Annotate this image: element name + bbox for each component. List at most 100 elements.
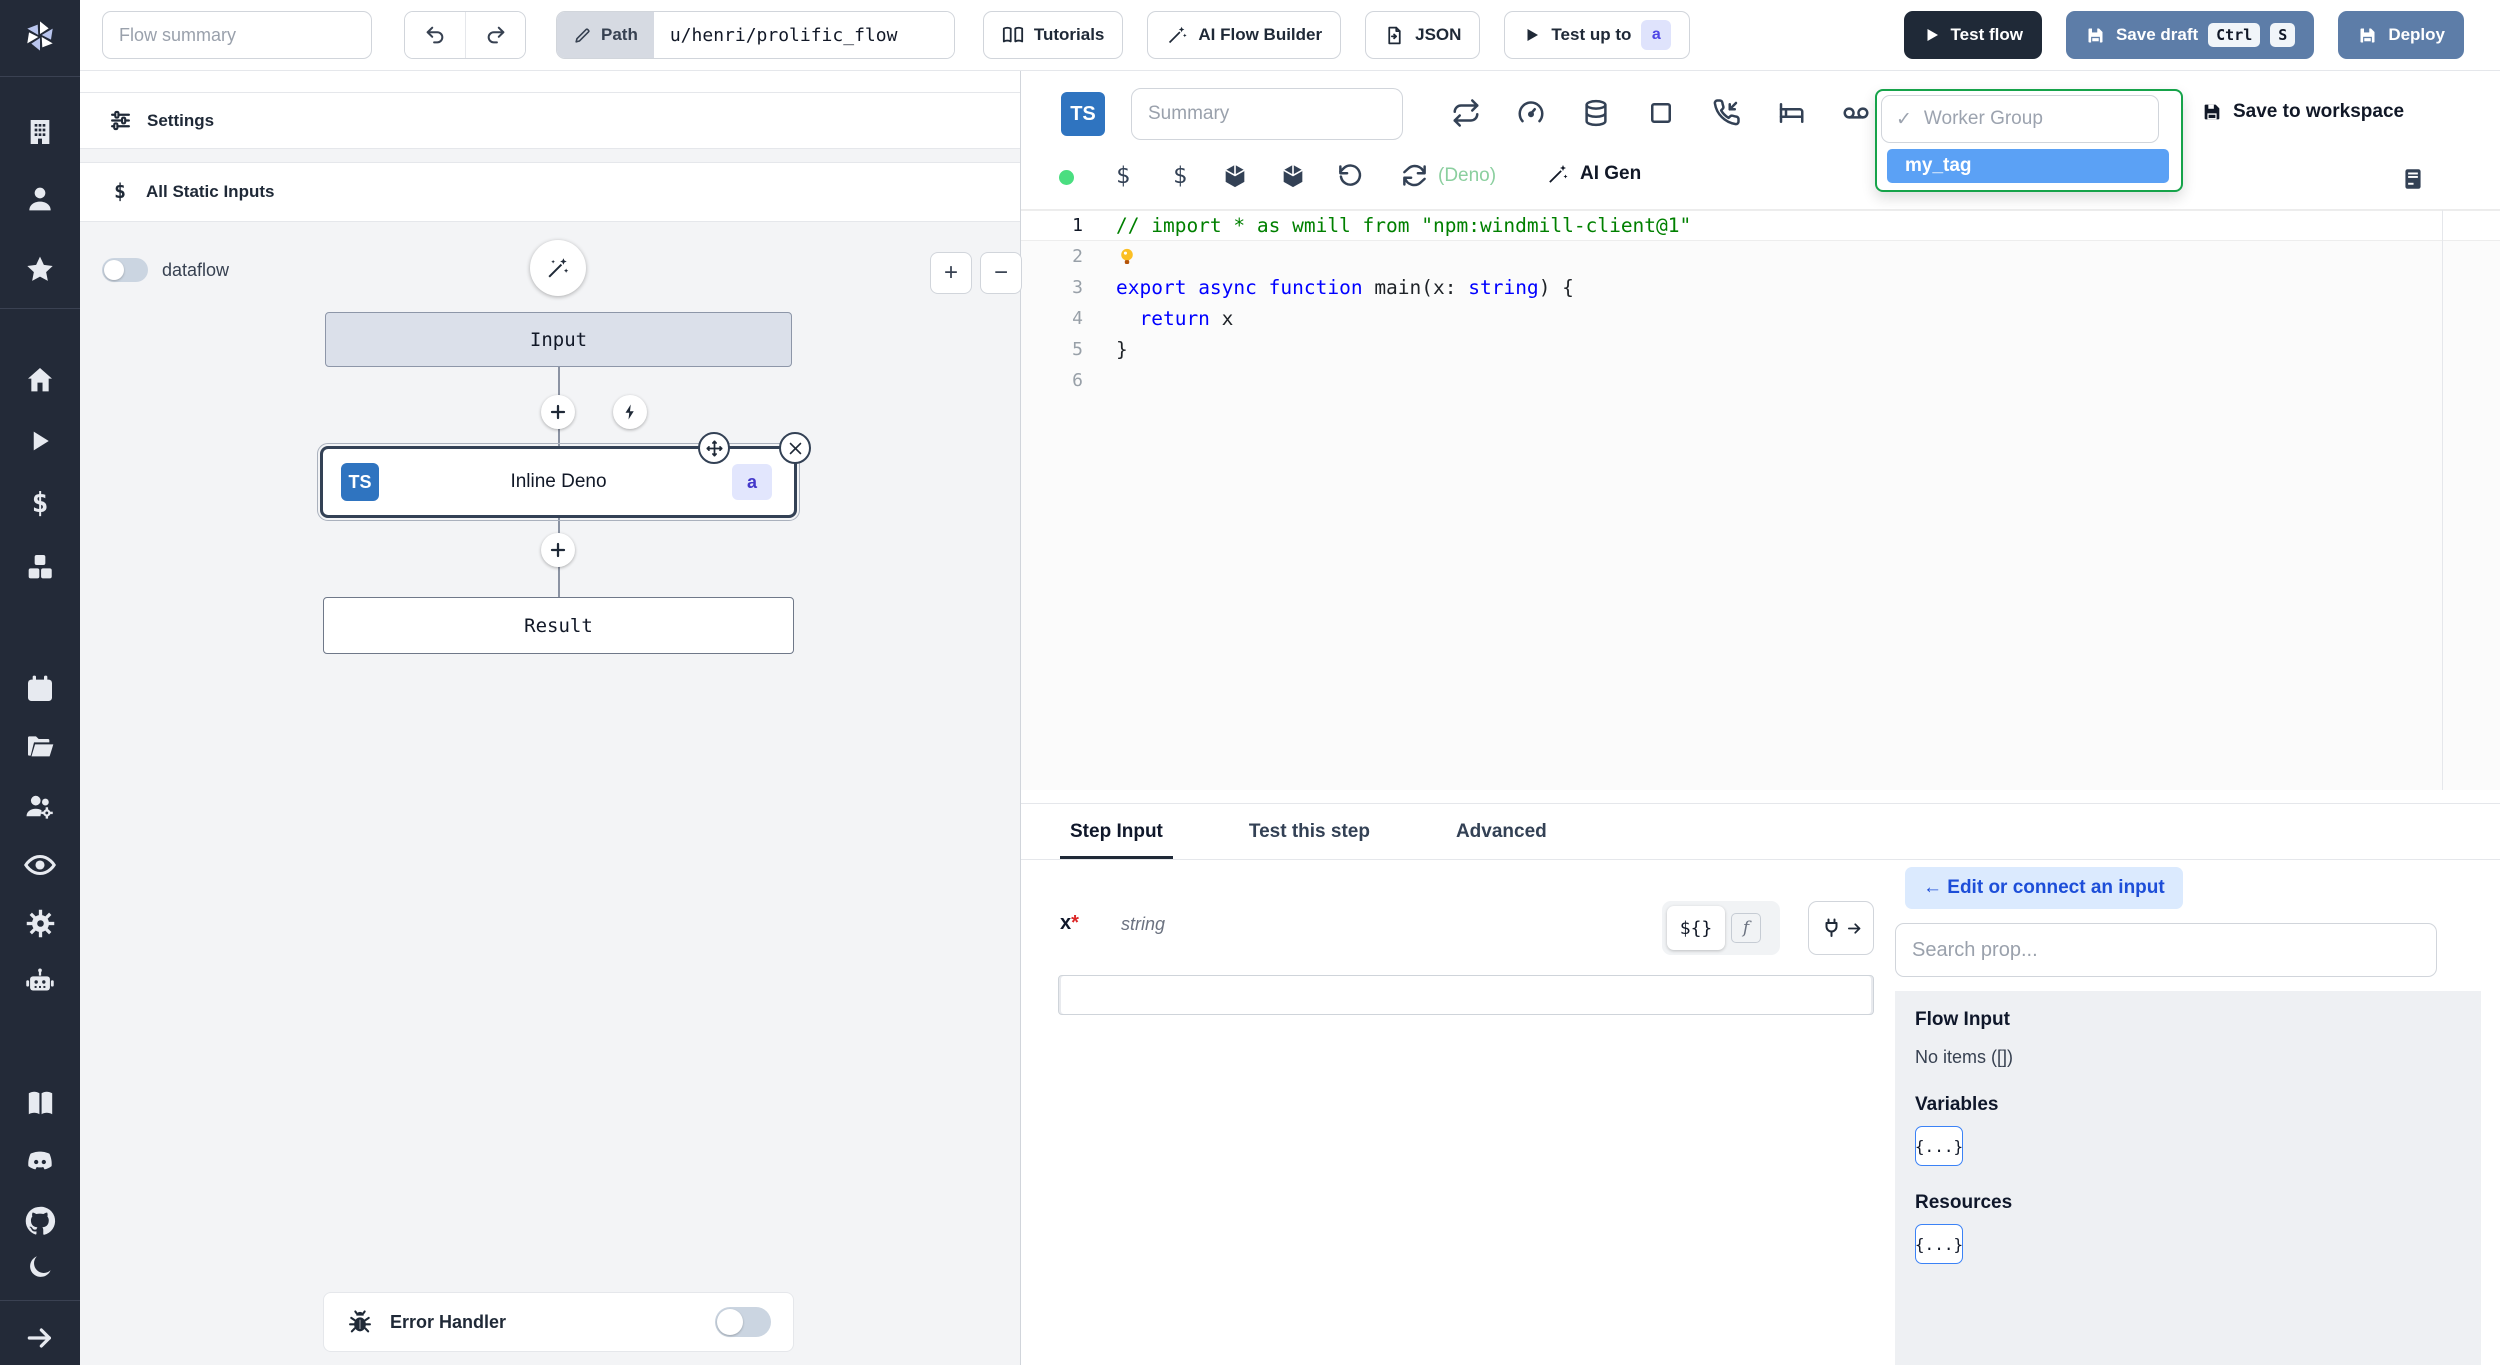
flow-summary-input[interactable]: [102, 11, 372, 59]
zoom-out-button[interactable]: −: [980, 252, 1022, 294]
variables-dollar-icon[interactable]: $: [0, 488, 80, 520]
kbd-s: S: [2270, 23, 2296, 47]
undo-button[interactable]: [405, 12, 465, 58]
tutorials-button[interactable]: Tutorials: [982, 11, 1124, 59]
path-edit-button[interactable]: Path: [557, 12, 654, 58]
save-to-workspace-button[interactable]: Save to workspace: [2201, 101, 2404, 123]
language-switcher[interactable]: (Deno): [1401, 162, 1496, 189]
ai-robot-icon[interactable]: [0, 965, 80, 999]
user-icon[interactable]: [0, 183, 80, 215]
package-cube-icon[interactable]: [1221, 162, 1249, 190]
schedules-calendar-icon[interactable]: [0, 673, 80, 705]
path-input[interactable]: [653, 12, 954, 58]
sliders-icon: [111, 110, 130, 131]
svg-text:$: $: [32, 488, 49, 519]
favorites-star-icon[interactable]: [0, 254, 80, 286]
timeout-gauge-icon[interactable]: [1516, 98, 1546, 128]
code-line-6[interactable]: 6: [1021, 365, 2500, 396]
plus-icon: [550, 404, 566, 420]
code-line-1[interactable]: 1// import * as wmill from "npm:windmill…: [1021, 210, 2500, 241]
step-summary-input[interactable]: [1131, 88, 1403, 140]
json-button[interactable]: JSON: [1365, 11, 1481, 59]
editor-overview-ruler: [2442, 210, 2443, 790]
node-result[interactable]: Result: [323, 597, 794, 654]
step-id-badge: a: [1641, 20, 1672, 50]
resources-boxes-icon[interactable]: [0, 551, 80, 583]
library-book-icon[interactable]: [2400, 166, 2426, 192]
connect-input-button[interactable]: [1808, 901, 1874, 955]
add-step-button[interactable]: [541, 533, 575, 567]
code-editor[interactable]: 1// import * as wmill from "npm:windmill…: [1021, 210, 2500, 790]
arg-x-value-input[interactable]: [1058, 975, 1874, 1015]
home-icon[interactable]: [0, 364, 80, 396]
worker-group-option-my-tag[interactable]: my_tag: [1887, 149, 2169, 183]
test-up-to-button[interactable]: Test up to a: [1504, 11, 1691, 59]
early-stop-square-icon[interactable]: [1646, 98, 1676, 128]
variables-object-button[interactable]: {...}: [1915, 1126, 1963, 1166]
github-icon[interactable]: [0, 1204, 80, 1238]
save-icon: [2360, 28, 2375, 42]
variables-dollar-icon[interactable]: $: [1166, 162, 1194, 190]
delete-step-button[interactable]: [779, 432, 811, 464]
ai-flow-builder-button[interactable]: AI Flow Builder: [1147, 11, 1342, 59]
flow-settings-row[interactable]: Settings: [80, 92, 1020, 149]
code-line-4[interactable]: 4 return x: [1021, 303, 2500, 334]
suspend-phone-incoming-icon[interactable]: [1711, 98, 1741, 128]
resources-object-button[interactable]: {...}: [1915, 1224, 1963, 1264]
code-line-5[interactable]: 5}: [1021, 334, 2500, 365]
sleep-bed-icon[interactable]: [1776, 98, 1806, 128]
dataflow-toggle[interactable]: [102, 258, 148, 282]
test-flow-button[interactable]: Test flow: [1903, 11, 2042, 59]
search-prop-input[interactable]: [1895, 923, 2437, 977]
package-cube-icon[interactable]: [1279, 162, 1307, 190]
expand-sidebar-arrow-icon[interactable]: [0, 1322, 80, 1354]
folders-icon[interactable]: [0, 731, 80, 763]
file-json-icon: [1388, 26, 1401, 44]
add-step-button[interactable]: [541, 395, 575, 429]
top-toolbar: Path Tutorials AI Flow Builder JSON Test…: [80, 0, 2500, 71]
zoom-in-button[interactable]: +: [930, 252, 972, 294]
windmill-logo-icon[interactable]: [0, 16, 80, 56]
assets-dollar-icon[interactable]: $: [1109, 162, 1137, 190]
mock-voicemail-icon[interactable]: [1841, 98, 1871, 128]
save-draft-button[interactable]: Save draft Ctrl S: [2065, 11, 2315, 59]
function-mode-button[interactable]: f: [1731, 913, 1761, 943]
lightbulb-code-action-icon[interactable]: [1116, 246, 1138, 268]
lightning-bolt-icon: [625, 404, 634, 420]
move-step-button[interactable]: [698, 432, 730, 464]
deploy-button[interactable]: Deploy: [2338, 11, 2464, 59]
template-mode-button[interactable]: ${}: [1667, 906, 1725, 950]
node-inline-deno[interactable]: TS Inline Deno a: [317, 432, 811, 521]
settings-gear-icon[interactable]: [0, 907, 80, 940]
plug-icon: [1825, 918, 1837, 937]
docs-book-icon[interactable]: [0, 1087, 80, 1120]
worker-group-select[interactable]: ✓ Worker Group: [1881, 95, 2159, 143]
line-number: 5: [1072, 339, 1083, 360]
runs-play-icon[interactable]: [0, 426, 80, 456]
svg-text:$: $: [114, 180, 126, 203]
error-handler-toggle[interactable]: [715, 1307, 771, 1337]
tab-step-input[interactable]: Step Input: [1060, 804, 1173, 859]
edit-or-connect-pill[interactable]: ← Edit or connect an input: [1905, 867, 2183, 909]
groups-users-gear-icon[interactable]: [0, 790, 80, 824]
code-line-3[interactable]: 3 export async function main(x: string) {: [1021, 272, 2500, 303]
dark-mode-moon-icon[interactable]: [0, 1252, 80, 1282]
tab-advanced[interactable]: Advanced: [1446, 804, 1557, 859]
node-input[interactable]: Input: [325, 312, 792, 367]
add-trigger-button[interactable]: [613, 395, 647, 429]
redo-button[interactable]: [465, 12, 525, 58]
tab-test-this-step[interactable]: Test this step: [1239, 804, 1380, 859]
audit-eye-icon[interactable]: [0, 848, 80, 882]
error-handler-row[interactable]: Error Handler: [323, 1292, 794, 1352]
cache-database-icon[interactable]: [1581, 98, 1611, 128]
workspace-building-icon[interactable]: [0, 116, 80, 148]
code-line-2[interactable]: 2: [1021, 241, 2500, 272]
reset-rotate-ccw-icon[interactable]: [1337, 162, 1364, 189]
ai-gen-button[interactable]: AI Gen: [1546, 162, 1641, 186]
all-static-inputs-row[interactable]: $ All Static Inputs: [80, 162, 1020, 222]
retries-repeat-icon[interactable]: [1451, 98, 1481, 128]
discord-icon[interactable]: [0, 1145, 80, 1179]
line-number: 3: [1072, 277, 1083, 298]
ai-graph-wand-button[interactable]: [530, 240, 586, 296]
edge-line: [558, 367, 560, 395]
